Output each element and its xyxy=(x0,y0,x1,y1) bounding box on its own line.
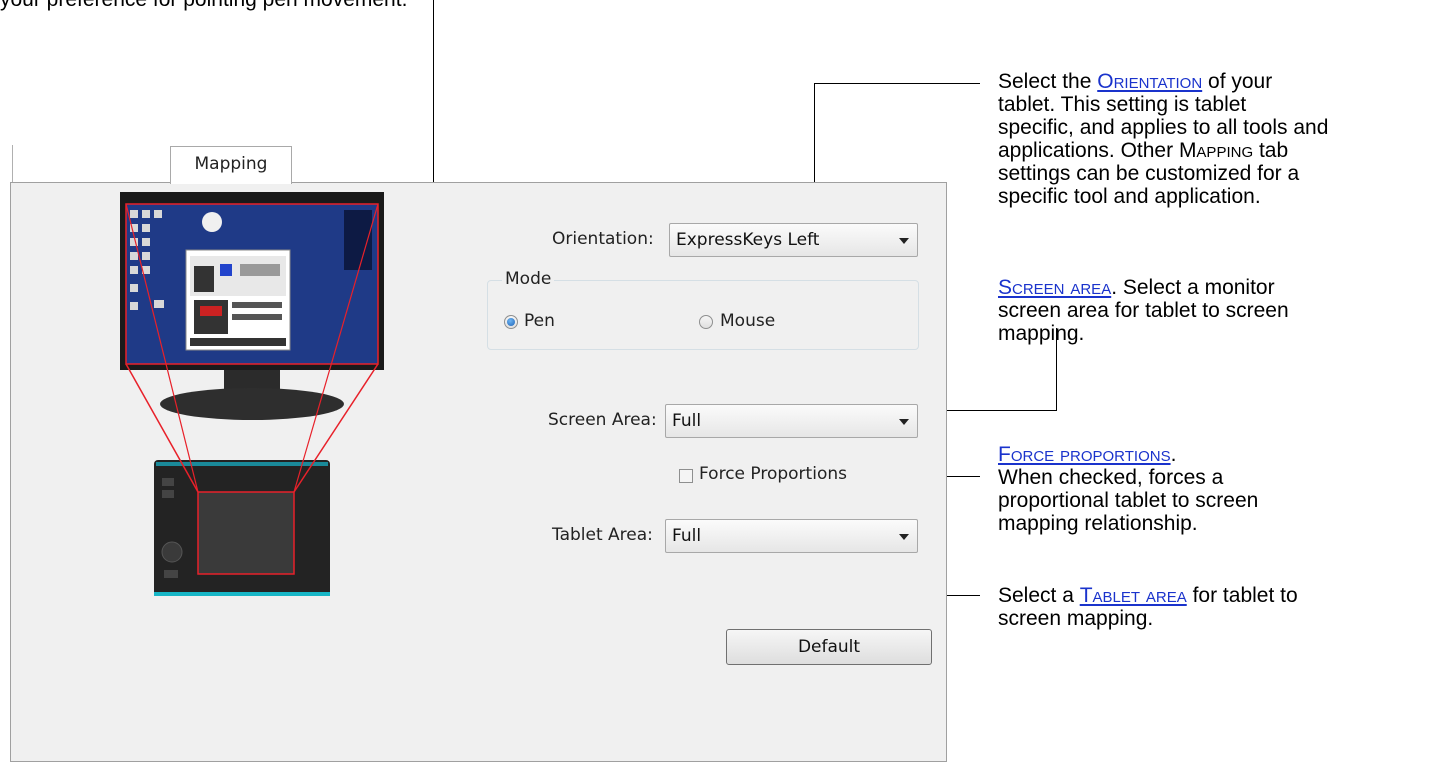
tablet-area-callout-text: Select a xyxy=(998,584,1080,607)
force-proportions-callout-text: . xyxy=(1170,443,1177,466)
tablet-active-area xyxy=(197,491,295,575)
mode-label: Mode xyxy=(502,269,555,289)
screen-area-callout: Screen area. Select a monitor screen are… xyxy=(998,276,1289,345)
orientation-link[interactable]: Orientation xyxy=(1097,70,1202,93)
default-button[interactable]: Default xyxy=(726,629,932,665)
orientation-callout-text: of your xyxy=(1202,70,1273,93)
tablet-area-callout-text: screen mapping. xyxy=(998,607,1154,630)
screen-area-dropdown[interactable]: Full xyxy=(665,404,918,438)
screen-area-value: Full xyxy=(672,411,702,431)
orientation-label: Orientation: xyxy=(552,229,654,249)
tablet-area-link[interactable]: Tablet area xyxy=(1080,584,1187,607)
orientation-callout-text: specific tool and application. xyxy=(998,185,1261,208)
force-proportions-checkbox[interactable] xyxy=(679,469,693,483)
force-proportions-link[interactable]: Force proportions xyxy=(998,443,1171,466)
orientation-callout-text: applications. Other xyxy=(998,139,1179,162)
mode-mouse-radio[interactable] xyxy=(699,315,713,329)
mode-mouse-label: Mouse xyxy=(720,311,776,331)
tablet-area-callout: Select a Tablet area for tablet to scree… xyxy=(998,584,1298,630)
force-proportions-label: Force Proportions xyxy=(699,464,847,484)
tablet-area-value: Full xyxy=(672,526,702,546)
screen-area-callout-text: screen area for tablet to screen xyxy=(998,299,1289,322)
force-proportions-callout-text: mapping relationship. xyxy=(998,512,1198,535)
force-proportions-callout: Force proportions. When checked, forces … xyxy=(998,443,1258,535)
orientation-callout-text: specific, and applies to all tools and xyxy=(998,116,1329,139)
tablet-area-label: Tablet Area: xyxy=(552,525,653,545)
orientation-callout-text: Select the xyxy=(998,70,1098,93)
orientation-callout-text: settings can be customized for a xyxy=(998,162,1300,185)
chevron-down-icon xyxy=(899,238,909,244)
tab-mapping[interactable]: Mapping xyxy=(170,146,292,184)
screen-area-label: Screen Area: xyxy=(548,410,657,430)
mapping-preview xyxy=(120,192,384,596)
chevron-down-icon xyxy=(899,534,909,540)
mode-pen-label: Pen xyxy=(524,311,555,331)
mapping-tab-reference: Mapping xyxy=(1178,139,1254,162)
orientation-dropdown[interactable]: ExpressKeys Left xyxy=(669,223,918,257)
orientation-value: ExpressKeys Left xyxy=(676,230,820,250)
orientation-callout-text: tablet. This setting is tablet xyxy=(998,93,1247,116)
partial-caption-text: your preference for pointing pen movemen… xyxy=(0,0,407,11)
default-button-label: Default xyxy=(797,637,861,657)
orientation-callout-text: tab xyxy=(1253,139,1289,162)
screen-area-callout-text: mapping. xyxy=(998,322,1085,345)
dialog-left-edge xyxy=(12,145,13,185)
tablet-area-callout-text: for tablet to xyxy=(1186,584,1298,607)
orientation-callout: Select the Orientation of your tablet. T… xyxy=(998,70,1328,208)
chevron-down-icon xyxy=(899,419,909,425)
force-proportions-callout-text: When checked, forces a xyxy=(998,466,1224,489)
tablet-area-dropdown[interactable]: Full xyxy=(665,519,918,553)
tab-mapping-label: Mapping xyxy=(194,154,268,174)
force-proportions-callout-text: proportional tablet to screen xyxy=(998,489,1259,512)
screen-area-callout-text: . Select a monitor xyxy=(1111,276,1275,299)
orientation-callout-line-horizontal xyxy=(814,83,980,84)
screen-area-link[interactable]: Screen area xyxy=(998,276,1111,299)
mode-pen-radio[interactable] xyxy=(504,315,518,329)
